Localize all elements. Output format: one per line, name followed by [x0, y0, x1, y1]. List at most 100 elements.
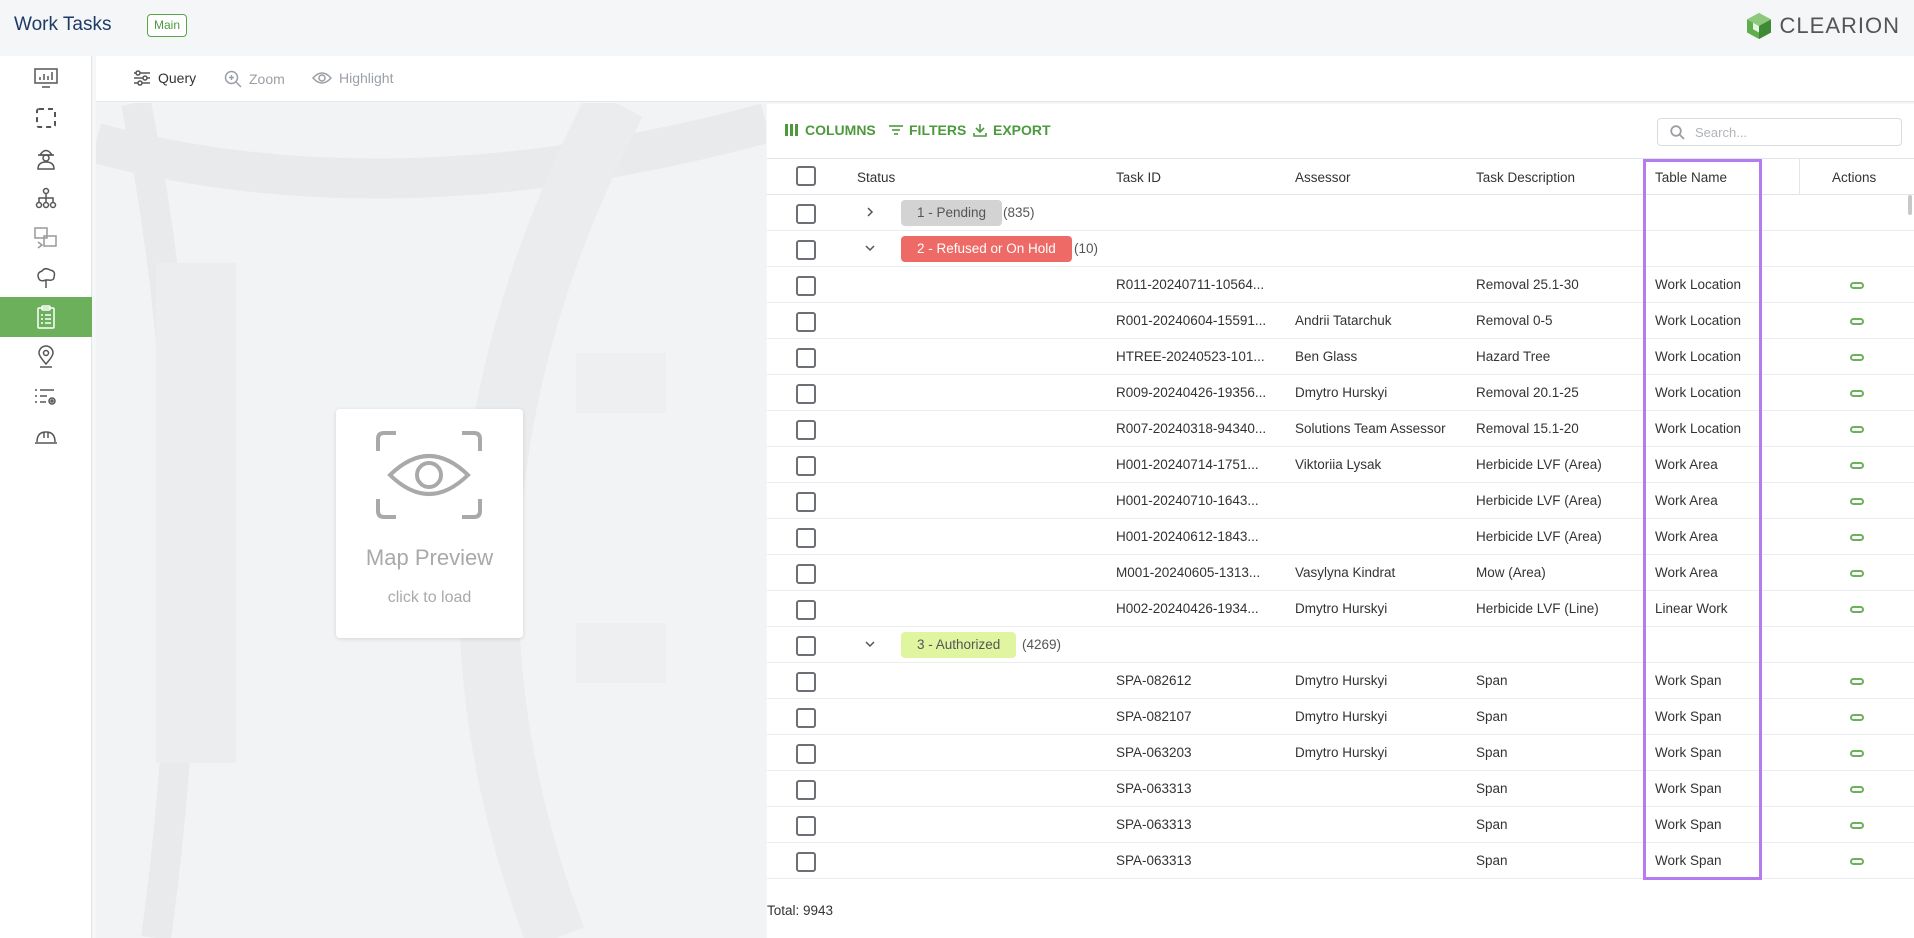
row-checkbox[interactable] — [796, 312, 816, 332]
link-icon[interactable] — [1850, 534, 1864, 541]
sidebar-item-settings-list[interactable] — [0, 377, 92, 417]
table-row[interactable]: SPA-082612 Dmytro Hurskyi Span Work Span — [767, 663, 1914, 699]
table-scrollbar[interactable] — [1908, 195, 1912, 215]
row-checkbox[interactable] — [796, 528, 816, 548]
header-task-description[interactable]: Task Description — [1476, 170, 1575, 185]
row-checkbox[interactable] — [796, 240, 816, 260]
row-checkbox[interactable] — [796, 384, 816, 404]
sidebar-item-locations[interactable] — [0, 337, 92, 377]
link-icon[interactable] — [1850, 570, 1864, 577]
row-checkbox[interactable] — [796, 456, 816, 476]
table-row[interactable]: SPA-063313 Span Work Span — [767, 807, 1914, 843]
table-row[interactable]: H001-20240714-1751... Viktoriia Lysak Herb… — [767, 447, 1914, 483]
table-row[interactable]: SPA-063203 Dmytro Hurskyi Span Work Span — [767, 735, 1914, 771]
table-row[interactable]: SPA-082107 Dmytro Hurskyi Span Work Span — [767, 699, 1914, 735]
group-row-authorized[interactable]: 3 - Authorized (4269) — [767, 627, 1914, 663]
clearion-logo-icon — [1746, 13, 1771, 39]
row-checkbox[interactable] — [796, 816, 816, 836]
link-icon[interactable] — [1850, 282, 1864, 289]
row-checkbox[interactable] — [796, 348, 816, 368]
chevron-down-icon[interactable] — [862, 636, 878, 652]
link-icon[interactable] — [1850, 786, 1864, 793]
task-id-cell: H001-20240710-1643... — [1116, 493, 1259, 508]
select-all-checkbox[interactable] — [796, 166, 816, 186]
description-cell: Herbicide LVF (Area) — [1476, 529, 1602, 544]
link-icon[interactable] — [1850, 750, 1864, 757]
group-row-pending[interactable]: 1 - Pending (835) — [767, 195, 1914, 231]
table-name-cell: Work Location — [1655, 313, 1742, 328]
link-icon[interactable] — [1850, 678, 1864, 685]
eye-icon — [312, 72, 332, 84]
header-assessor[interactable]: Assessor — [1295, 170, 1351, 185]
brand-name: CLEARION — [1779, 13, 1900, 38]
row-checkbox[interactable] — [796, 204, 816, 224]
link-icon[interactable] — [1850, 318, 1864, 325]
hard-hat-icon — [35, 431, 57, 444]
link-icon[interactable] — [1850, 822, 1864, 829]
table-row[interactable]: HTREE-20240523-101... Ben Glass Hazard Tre… — [767, 339, 1914, 375]
row-checkbox[interactable] — [796, 852, 816, 872]
row-checkbox[interactable] — [796, 744, 816, 764]
columns-button[interactable]: COLUMNS — [785, 122, 876, 138]
sidebar-item-imagery[interactable] — [0, 218, 92, 258]
description-cell: Removal 0-5 — [1476, 313, 1553, 328]
search-input[interactable] — [1695, 124, 1885, 140]
table-row[interactable]: SPA-063313 Span Work Span — [767, 843, 1914, 879]
link-icon[interactable] — [1850, 462, 1864, 469]
table-name-cell: Work Span — [1655, 781, 1722, 796]
highlight-button[interactable]: Highlight — [312, 70, 393, 86]
row-checkbox[interactable] — [796, 492, 816, 512]
table-name-cell: Work Area — [1655, 493, 1718, 508]
filters-button[interactable]: FILTERS — [889, 122, 966, 138]
link-icon[interactable] — [1850, 498, 1864, 505]
link-icon[interactable] — [1850, 426, 1864, 433]
table-row[interactable]: H001-20240612-1843... Herbicide LVF (Area… — [767, 519, 1914, 555]
row-checkbox[interactable] — [796, 636, 816, 656]
task-id-cell: R007-20240318-94340... — [1116, 421, 1267, 436]
link-icon[interactable] — [1850, 354, 1864, 361]
row-checkbox[interactable] — [796, 420, 816, 440]
chevron-down-icon[interactable] — [862, 240, 878, 256]
sidebar-item-hierarchy[interactable] — [0, 178, 92, 218]
group-row-refused[interactable]: 2 - Refused or On Hold (10) — [767, 231, 1914, 267]
link-icon[interactable] — [1850, 390, 1864, 397]
row-checkbox[interactable] — [796, 564, 816, 584]
table-toolbar: COLUMNS FILTERS EXPORT — [767, 104, 1914, 158]
link-icon[interactable] — [1850, 714, 1864, 721]
sidebar-item-dashboard[interactable] — [0, 58, 92, 98]
sidebar-item-vegetation[interactable] — [0, 258, 92, 298]
table-row[interactable]: R009-20240426-19356... Dmytro Hurskyi Remo… — [767, 375, 1914, 411]
map-preview-area[interactable]: Map Preview click to load — [96, 103, 766, 938]
table-row[interactable]: R001-20240604-15591... Andrii Tatarchuk Re… — [767, 303, 1914, 339]
status-badge: 2 - Refused or On Hold — [901, 236, 1072, 262]
sidebar-item-workers[interactable] — [0, 138, 92, 178]
header-task-id[interactable]: Task ID — [1116, 170, 1161, 185]
sidebar-item-work-tasks[interactable] — [0, 297, 92, 337]
table-row[interactable]: R011-20240711-10564... Removal 25.1-30 Wor… — [767, 267, 1914, 303]
row-checkbox[interactable] — [796, 600, 816, 620]
assessor-cell: Solutions Team Assessor — [1295, 421, 1446, 436]
table-row[interactable]: H001-20240710-1643... Herbicide LVF (Area… — [767, 483, 1914, 519]
link-icon[interactable] — [1850, 606, 1864, 613]
row-checkbox[interactable] — [796, 780, 816, 800]
table-row[interactable]: SPA-063313 Span Work Span — [767, 771, 1914, 807]
sidebar-item-safety[interactable] — [0, 417, 92, 457]
table-row[interactable]: M001-20240605-1313... Vasylyna Kindrat Mow… — [767, 555, 1914, 591]
environment-badge: Main — [147, 14, 188, 37]
search-box[interactable] — [1657, 118, 1902, 146]
row-checkbox[interactable] — [796, 276, 816, 296]
chevron-right-icon[interactable] — [862, 204, 878, 220]
link-icon[interactable] — [1850, 858, 1864, 865]
export-button[interactable]: EXPORT — [973, 122, 1051, 138]
table-row[interactable]: H002-20240426-1934... Dmytro Hurskyi Herbi… — [767, 591, 1914, 627]
zoom-button[interactable]: Zoom — [224, 70, 285, 88]
header-table-name[interactable]: Table Name — [1655, 170, 1727, 185]
row-checkbox[interactable] — [796, 672, 816, 692]
sidebar-item-selection[interactable] — [0, 98, 92, 138]
sliders-icon — [134, 70, 150, 86]
query-button[interactable]: Query — [133, 70, 196, 86]
table-row[interactable]: R007-20240318-94340... Solutions Team Ass… — [767, 411, 1914, 447]
map-preview-card[interactable]: Map Preview click to load — [336, 409, 523, 638]
row-checkbox[interactable] — [796, 708, 816, 728]
header-status[interactable]: Status — [857, 170, 895, 185]
